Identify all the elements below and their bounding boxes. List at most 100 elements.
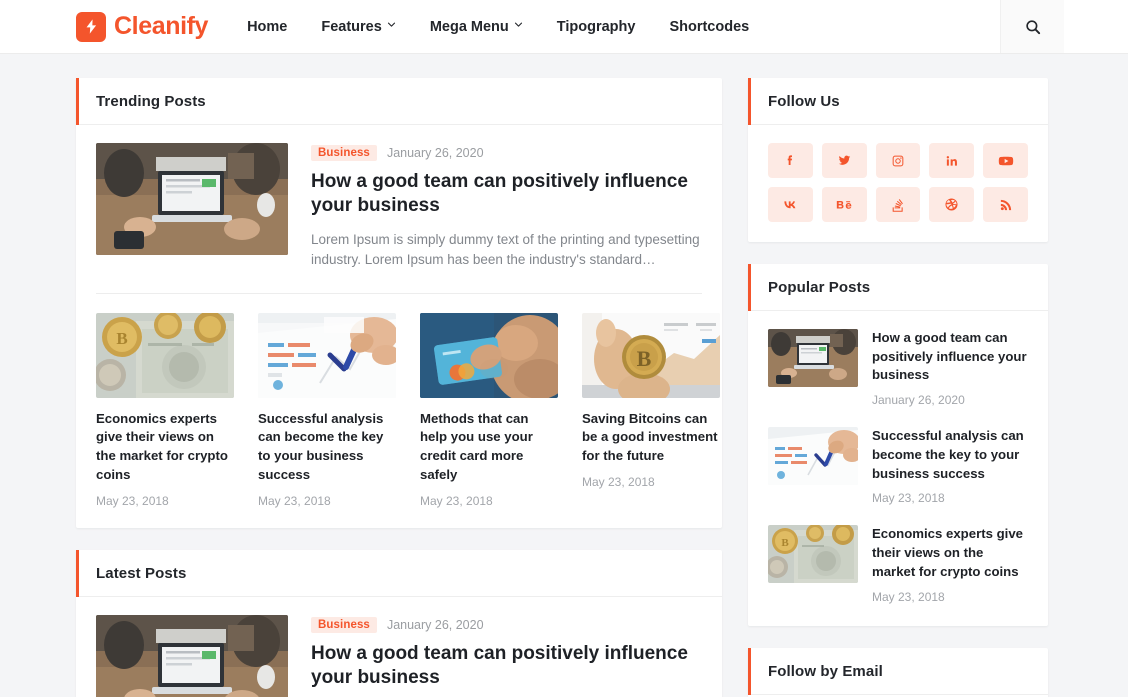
dribbble-icon[interactable] [929,187,975,222]
list-item-title[interactable]: Successful analysis can become the key t… [872,427,1028,483]
grid-post-item[interactable]: B Saving Bitcoins can be a good investme… [582,312,720,508]
nav-label: Features [321,18,382,35]
list-item-text: Successful analysis can become the key t… [872,427,1028,505]
trending-posts-card: Trending Posts Business January 26, 2020… [76,78,722,528]
list-item-text: How a good team can positively influence… [872,329,1028,407]
follow-us-body [748,125,1048,242]
latest-featured-post[interactable]: Business January 26, 2020 How a good tea… [96,614,702,697]
chart-pen-photo[interactable] [258,312,396,398]
follow-by-email-card: Follow by Email Get all latest content d… [748,647,1048,697]
category-badge[interactable]: Business [311,616,377,633]
grid-post-date: May 23, 2018 [96,493,169,508]
latest-posts-card: Latest Posts Business January 26, 2020 H… [76,549,722,697]
trending-posts-body: Business January 26, 2020 How a good tea… [76,125,722,528]
svg-text:B: B [781,537,789,549]
grid-post-date: May 23, 2018 [258,493,331,508]
twitter-icon[interactable] [821,143,867,178]
nav-label: Mega Menu [429,18,509,35]
main-navigation: Home Features Mega Menu Tipography Short… [230,0,766,53]
site-logo[interactable]: Cleanify [0,0,230,53]
site-header: Cleanify Home Features Mega Menu Tipogra… [0,0,1128,54]
lightning-bolt-icon [76,11,106,42]
list-item-date: January 26, 2020 [872,393,965,408]
list-item-title[interactable]: Economics experts give their views on th… [872,525,1028,581]
list-item-date: May 23, 2018 [872,491,945,506]
popular-posts-list: How a good team can positively influence… [748,311,1048,626]
section-title: Follow Us [768,93,840,110]
list-item[interactable]: Successful analysis can become the key t… [768,427,1028,525]
list-item-text: Economics experts give their views on th… [872,525,1028,603]
search-icon[interactable] [1000,0,1064,53]
credit-card-hand-photo[interactable] [420,312,558,398]
youtube-icon[interactable] [983,143,1028,178]
featured-post-title[interactable]: How a good team can positively influence… [311,170,702,219]
grid-post-item[interactable]: Successful analysis can become the key t… [258,312,396,508]
behance-icon[interactable] [821,187,867,222]
list-item-date: May 23, 2018 [872,589,945,604]
popular-posts-header: Popular Posts [748,264,1048,311]
featured-post-excerpt: Lorem Ipsum is simply dummy text of the … [311,231,700,268]
list-item[interactable]: How a good team can positively influence… [768,329,1028,427]
section-title: Follow by Email [768,662,883,680]
follow-us-card: Follow Us [748,78,1048,242]
chevron-down-icon [387,20,396,29]
nav-item-shortcodes[interactable]: Shortcodes [652,0,766,54]
bitcoin-dollars-photo[interactable]: B [768,525,858,584]
list-item[interactable]: B Economics experts give their views on … [768,525,1028,605]
list-item-title[interactable]: How a good team can positively influence… [872,329,1028,385]
svg-text:B: B [116,329,127,348]
office-team-laptop-photo[interactable] [768,329,858,387]
vk-icon[interactable] [768,187,813,222]
nav-label: Home [247,18,288,35]
latest-posts-body: Business January 26, 2020 How a good tea… [76,597,722,697]
featured-post-text: Business January 26, 2020 How a good tea… [311,143,702,271]
facebook-icon[interactable] [768,143,813,178]
post-date: January 26, 2020 [386,617,484,632]
chevron-down-icon [514,20,523,29]
grid-post-date: May 23, 2018 [582,474,655,489]
featured-post[interactable]: Business January 26, 2020 How a good tea… [96,143,702,271]
featured-post-meta: Business January 26, 2020 [311,145,702,161]
nav-label: Tipography [556,18,636,35]
stack-overflow-icon[interactable] [875,187,921,222]
nav-item-mega-menu[interactable]: Mega Menu [413,0,540,54]
bitcoin-dollars-photo[interactable]: B [96,312,234,398]
latest-posts-header: Latest Posts [76,549,722,597]
rss-icon[interactable] [983,187,1028,222]
grid-post-title[interactable]: Successful analysis can become the key t… [258,410,396,485]
brand-name: Cleanify [114,12,209,40]
svg-text:B: B [637,346,652,371]
nav-item-tipography[interactable]: Tipography [540,0,653,54]
linkedin-icon[interactable] [929,143,975,178]
section-title: Popular Posts [768,279,871,296]
grid-post-item[interactable]: B Economics experts give their views on … [96,312,234,508]
bitcoin-coin-laptop-photo[interactable]: B [582,312,720,398]
grid-post-title[interactable]: Saving Bitcoins can be a good investment… [582,410,720,466]
latest-featured-post-title[interactable]: How a good team can positively influence… [311,642,702,691]
sidebar: Follow Us Popular Posts How a good team … [748,78,1048,697]
chart-pen-photo[interactable] [768,427,858,486]
nav-item-home[interactable]: Home [230,0,304,54]
section-title: Latest Posts [96,564,187,582]
divider [96,292,702,294]
office-team-laptop-photo[interactable] [96,143,288,255]
nav-label: Shortcodes [669,18,750,35]
instagram-icon[interactable] [875,143,921,178]
grid-post-item[interactable]: Methods that can help you use your credi… [420,312,558,508]
nav-item-features[interactable]: Features [304,0,412,54]
social-icons-grid [768,143,1028,222]
grid-post-title[interactable]: Economics experts give their views on th… [96,410,234,485]
section-title: Trending Posts [96,93,206,110]
latest-featured-post-text: Business January 26, 2020 How a good tea… [311,615,702,697]
latest-featured-post-meta: Business January 26, 2020 [311,616,702,633]
follow-us-header: Follow Us [748,78,1048,125]
main-content-column: Trending Posts Business January 26, 2020… [76,78,722,697]
post-date: January 26, 2020 [386,146,484,160]
category-badge[interactable]: Business [311,145,377,161]
grid-post-title[interactable]: Methods that can help you use your credi… [420,410,558,485]
grid-post-date: May 23, 2018 [420,493,493,508]
follow-by-email-header: Follow by Email [748,647,1048,695]
page-layout: Trending Posts Business January 26, 2020… [0,54,1128,697]
header-spacer [766,0,1000,53]
office-team-laptop-photo[interactable] [96,614,288,697]
